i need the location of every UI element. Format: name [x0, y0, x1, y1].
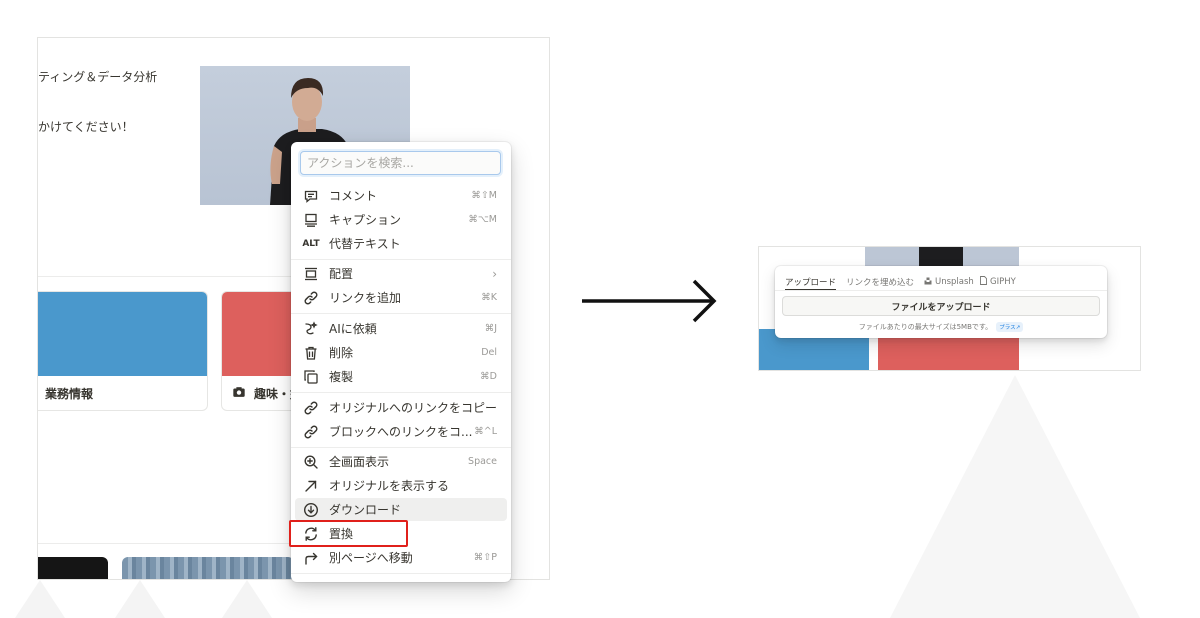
menu-item-label: リンクを追加: [329, 291, 402, 305]
menu-item-shortcut: ⌘⇧P: [473, 552, 497, 563]
tab-label: リンクを埋め込む: [846, 278, 915, 288]
menu-item-ask-ai[interactable]: AIに依頼 ⌘J: [295, 317, 507, 340]
alt-text-icon: ALT: [302, 238, 320, 249]
menu-item-delete[interactable]: 削除 Del: [295, 341, 507, 364]
menu-item-download[interactable]: ダウンロード: [295, 498, 507, 521]
plus-badge[interactable]: プラス↗: [996, 322, 1024, 332]
menu-item-label: 複製: [329, 370, 354, 384]
action-search-input[interactable]: [300, 151, 501, 175]
upload-popup: アップロード リンクを埋め込む Unsplash GIPHY ファイルをアップロ…: [775, 266, 1107, 338]
file-icon: [980, 276, 987, 288]
link-icon: [303, 400, 319, 416]
image-fragment: [865, 247, 1019, 268]
menu-item-label: 配置: [329, 267, 354, 281]
tab-unsplash[interactable]: Unsplash: [924, 273, 974, 291]
menu-item-copy-block-link[interactable]: ブロックへのリンクをコ... ⌘^L: [295, 420, 507, 443]
menu-item-label: キャプション: [329, 213, 402, 227]
background-triangle: [115, 580, 165, 618]
page-text-line: ティング＆データ分析: [38, 70, 158, 84]
menu-item-label: ダウンロード: [329, 503, 402, 517]
menu-item-fullscreen[interactable]: 全画面表示 Space: [295, 450, 507, 473]
page-text-line: かけてください！: [38, 120, 134, 134]
menu-divider: [291, 313, 511, 314]
bottom-card-pattern[interactable]: [122, 557, 294, 579]
upload-file-button[interactable]: ファイルをアップロード: [782, 296, 1100, 316]
menu-item-label: オリジナルを表示する: [329, 479, 450, 493]
note-text: ファイルあたりの最大サイズは5MBです。: [858, 323, 993, 331]
card-cover: [38, 292, 207, 376]
trash-icon: [303, 345, 319, 361]
tab-label: アップロード: [785, 278, 837, 288]
menu-item-label: オリジナルへのリンクをコピー: [329, 401, 498, 415]
menu-item-shortcut: Del: [481, 347, 497, 358]
menu-item-shortcut: ⌘K: [481, 292, 497, 303]
align-icon: [303, 266, 319, 282]
tab-embed-link[interactable]: リンクを埋め込む: [846, 273, 914, 291]
camera-icon: [232, 385, 246, 402]
card-label: 業務情報: [45, 387, 94, 401]
menu-item-shortcut: ⌘J: [484, 323, 497, 334]
menu-divider: [291, 392, 511, 393]
link-icon: [303, 290, 319, 306]
menu-item-shortcut: Space: [468, 456, 497, 467]
menu-item-label: 削除: [329, 346, 354, 360]
caption-icon: [303, 212, 319, 228]
menu-item-duplicate[interactable]: 複製 ⌘D: [295, 365, 507, 388]
background-triangle: [222, 580, 272, 618]
card-work-info[interactable]: 業務情報: [38, 291, 208, 411]
menu-item-label: AIに依頼: [329, 322, 377, 336]
comment-icon: [303, 188, 319, 204]
divider: [38, 543, 298, 544]
tab-label: GIPHY: [990, 277, 1016, 287]
tab-label: Unsplash: [935, 277, 974, 287]
menu-divider: [291, 259, 511, 260]
menu-item-shortcut: ⌘D: [480, 371, 497, 382]
menu-item-comment[interactable]: コメント ⌘⇧M: [295, 184, 507, 207]
block-action-menu: コメント ⌘⇧M キャプション ⌘⌥M ALT 代替テキスト 配置 › リンクを…: [291, 142, 511, 582]
menu-item-shortcut: ⌘⇧M: [471, 190, 497, 201]
menu-item-add-link[interactable]: リンクを追加 ⌘K: [295, 286, 507, 309]
tab-giphy[interactable]: GIPHY: [980, 273, 1016, 291]
max-size-note: ファイルあたりの最大サイズは5MBです。 プラス↗: [775, 322, 1107, 332]
menu-divider: [291, 447, 511, 448]
menu-divider: [291, 573, 511, 574]
menu-item-view-original[interactable]: オリジナルを表示する: [295, 474, 507, 497]
divider: [38, 276, 298, 277]
duplicate-icon: [303, 369, 319, 385]
download-icon: [303, 502, 319, 518]
menu-item-label: 別ページへ移動: [329, 551, 413, 565]
background-triangle: [15, 580, 65, 618]
menu-item-alt-text[interactable]: ALT 代替テキスト: [295, 232, 507, 255]
link-icon: [303, 424, 319, 440]
menu-item-label: コメント: [329, 189, 378, 203]
chevron-right-icon: ›: [492, 266, 497, 281]
unsplash-icon: [924, 277, 932, 288]
menu-item-shortcut: ⌘⌥M: [468, 214, 497, 225]
replace-highlight-box: [289, 520, 408, 547]
menu-item-label: 代替テキスト: [329, 237, 401, 251]
move-to-icon: [303, 550, 319, 566]
zoom-in-icon: [303, 454, 319, 470]
background-triangle: [890, 375, 1140, 618]
ai-icon: [303, 320, 319, 337]
bottom-card-dark[interactable]: [38, 557, 108, 579]
tabs-divider: [775, 290, 1107, 291]
menu-item-label: 全画面表示: [329, 455, 390, 469]
menu-item-align[interactable]: 配置 ›: [295, 262, 507, 285]
menu-item-copy-original-link[interactable]: オリジナルへのリンクをコピー: [295, 396, 507, 419]
menu-item-label: ブロックへのリンクをコ...: [329, 425, 473, 439]
arrow-right-icon: [582, 279, 717, 323]
arrow-up-right-icon: [303, 478, 319, 494]
menu-item-shortcut: ⌘^L: [474, 426, 497, 437]
menu-item-caption[interactable]: キャプション ⌘⌥M: [295, 208, 507, 231]
menu-item-move-to[interactable]: 別ページへ移動 ⌘⇧P: [295, 546, 507, 569]
